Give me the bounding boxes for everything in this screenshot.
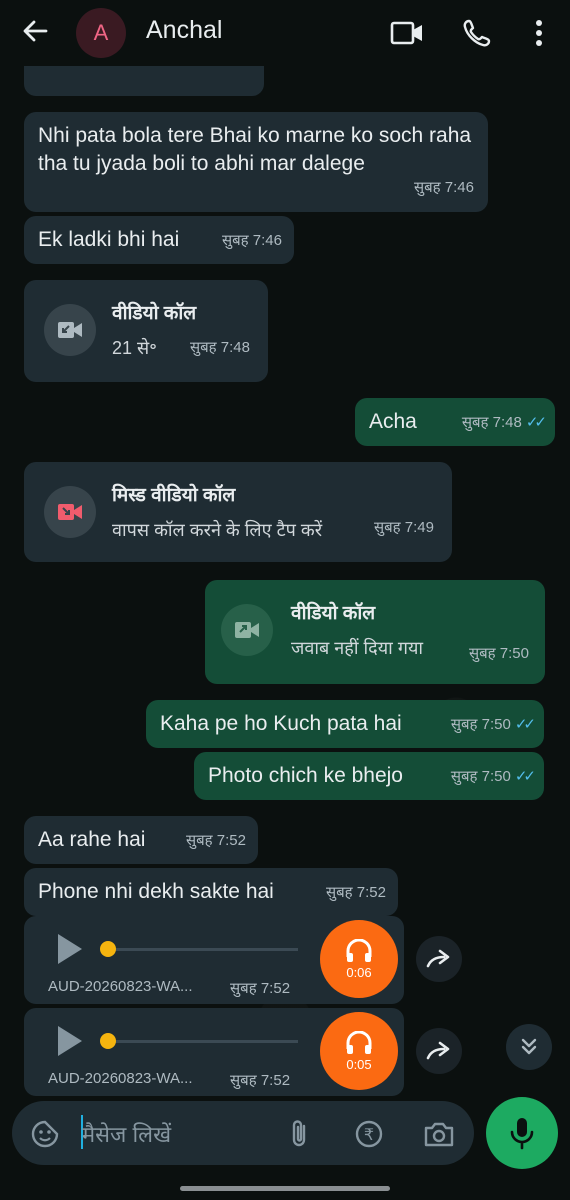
message-time: सुबह 7:46 (413, 179, 474, 196)
video-call-bubble-outgoing[interactable]: वीडियो कॉल जवाब नहीं दिया गया सुबह 7:50 (205, 580, 545, 684)
message-text: Acha (369, 410, 417, 433)
double-chevron-down-icon (521, 1038, 537, 1055)
microphone-button[interactable] (486, 1097, 558, 1169)
call-title: वीडियो कॉल (112, 303, 197, 324)
message-text: Kaha pe ho Kuch pata hai (160, 712, 402, 735)
message-bubble-outgoing[interactable]: Photo chich ke bhejo सुबह 7:50 ✓✓ (194, 752, 544, 800)
missed-video-call-icon (44, 486, 96, 538)
message-list[interactable]: Nhi pata bola tere Bhai ko marne ko soch… (0, 66, 570, 1096)
avatar[interactable]: A (76, 8, 126, 58)
call-duration: 21 से॰ (112, 338, 157, 358)
audio-filename: AUD-20260823-WA... (48, 978, 193, 995)
message-bubble[interactable]: Nhi pata bola tere Bhai ko marne ko soch… (24, 112, 488, 212)
video-call-icon (221, 604, 273, 656)
message-time: सुबह 7:50 (450, 768, 511, 785)
message-time: सुबह 7:49 (373, 519, 434, 536)
message-time: सुबह 7:50 (450, 716, 511, 733)
message-bubble-outgoing[interactable]: Acha सुबह 7:48 ✓✓ (355, 398, 555, 446)
call-title: मिस्ड वीडियो कॉल (112, 485, 236, 506)
audio-scrubber-handle[interactable] (100, 941, 116, 957)
audio-progress-track[interactable] (102, 1040, 298, 1043)
forward-icon[interactable] (416, 936, 462, 982)
message-time: सुबह 7:50 (468, 645, 529, 662)
svg-text:₹: ₹ (364, 1125, 374, 1144)
call-subtitle: वापस कॉल करने के लिए टैप करें (112, 520, 323, 540)
scroll-to-bottom-button[interactable] (506, 1024, 552, 1070)
call-title: वीडियो कॉल (291, 603, 376, 624)
message-time: सुबह 7:52 (230, 1072, 291, 1089)
audio-scrubber-handle[interactable] (100, 1033, 116, 1049)
message-bubble[interactable]: Phone nhi dekh sakte hai सुबह 7:52 (24, 868, 398, 916)
audio-duration: 0:05 (346, 1056, 372, 1072)
play-icon[interactable] (58, 1026, 82, 1056)
message-bubble[interactable]: Aa rahe hai सुबह 7:52 (24, 816, 258, 864)
system-home-indicator[interactable] (180, 1186, 390, 1191)
read-ticks-icon: ✓✓ (514, 768, 536, 785)
message-bubble-outgoing[interactable]: Kaha pe ho Kuch pata hai सुबह 7:50 ✓✓ (146, 700, 544, 748)
attach-icon[interactable] (282, 1117, 316, 1151)
audio-filename: AUD-20260823-WA... (48, 1070, 193, 1087)
contact-name[interactable]: Anchal (146, 16, 222, 45)
video-call-icon[interactable] (390, 16, 424, 50)
emoji-sticker-icon[interactable] (28, 1117, 62, 1151)
phone-call-icon[interactable] (460, 16, 494, 50)
play-icon[interactable] (58, 934, 82, 964)
missed-video-call-bubble[interactable]: मिस्ड वीडियो कॉल वापस कॉल करने के लिए टै… (24, 462, 452, 562)
forward-icon[interactable] (416, 1028, 462, 1074)
message-time: सुबह 7:52 (230, 980, 291, 997)
more-options-icon[interactable] (522, 16, 556, 50)
message-bubble-partial[interactable] (24, 66, 264, 96)
message-input[interactable]: मैसेज लिखें (82, 1119, 171, 1149)
payment-rupee-icon[interactable]: ₹ (352, 1117, 386, 1151)
message-text: Phone nhi dekh sakte hai (38, 880, 274, 903)
message-composer[interactable]: मैसेज लिखें ₹ (12, 1101, 474, 1165)
camera-icon[interactable] (422, 1117, 456, 1151)
voice-message-bubble[interactable]: AUD-20260823-WA... सुबह 7:52 0:06 (24, 916, 404, 1004)
chat-header: A Anchal (0, 0, 570, 66)
message-text: Aa rahe hai (38, 828, 146, 851)
microphone-icon (510, 1118, 534, 1150)
read-ticks-icon: ✓✓ (525, 414, 547, 431)
message-text: Nhi pata bola tere Bhai ko marne ko soch… (38, 124, 472, 175)
back-arrow-icon[interactable] (20, 16, 50, 46)
message-time: सुबह 7:48 (461, 414, 522, 431)
headphone-icon: 0:06 (320, 920, 398, 998)
video-call-icon (44, 304, 96, 356)
message-bubble[interactable]: Ek ladki bhi hai सुबह 7:46 (24, 216, 294, 264)
audio-duration: 0:06 (346, 964, 372, 980)
headphone-icon: 0:05 (320, 1012, 398, 1090)
read-ticks-icon: ✓✓ (514, 716, 536, 733)
voice-message-bubble[interactable]: AUD-20260823-WA... सुबह 7:52 0:05 (24, 1008, 404, 1096)
message-time: सुबह 7:52 (185, 832, 246, 849)
audio-progress-track[interactable] (102, 948, 298, 951)
message-time: सुबह 7:46 (221, 232, 282, 249)
message-time: सुबह 7:48 (189, 339, 250, 356)
call-subtitle: जवाब नहीं दिया गया (291, 638, 424, 658)
message-text: Photo chich ke bhejo (208, 764, 403, 787)
message-text: Ek ladki bhi hai (38, 228, 180, 251)
video-call-bubble[interactable]: वीडियो कॉल 21 से॰ सुबह 7:48 (24, 280, 268, 382)
message-time: सुबह 7:52 (325, 884, 386, 901)
